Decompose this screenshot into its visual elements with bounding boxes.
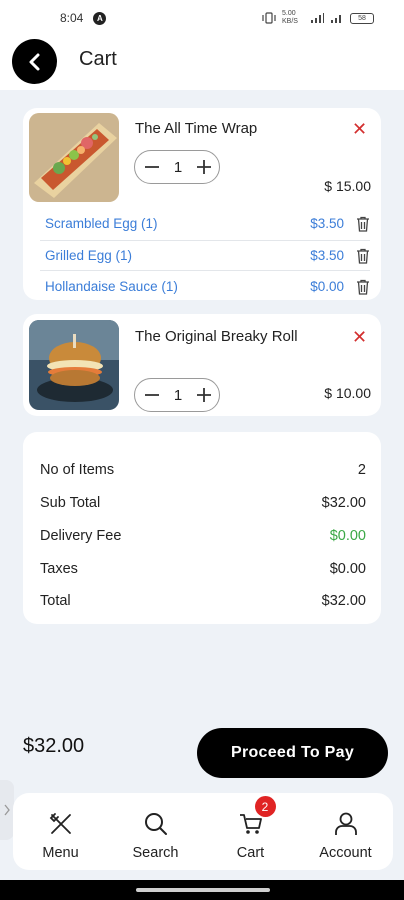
summary-value: $0.00 — [329, 528, 366, 544]
summary-row-total: Total $32.00 — [40, 593, 366, 609]
addon-row: Hollandaise Sauce (1) $0.00 — [45, 271, 370, 302]
header: Cart — [0, 36, 404, 90]
summary-value: $32.00 — [321, 593, 366, 609]
item-image-wrap — [29, 320, 119, 410]
item-price: $ 15.00 — [324, 178, 371, 194]
trash-icon — [357, 248, 369, 264]
utensils-icon — [48, 811, 74, 837]
side-drawer-handle[interactable] — [0, 780, 14, 840]
nav-label: Search — [132, 845, 179, 861]
cart-item-card: The Original Breaky Roll ✕ 1 $ 10.00 — [23, 314, 381, 416]
signal-icon — [311, 13, 324, 23]
summary-value: $0.00 — [329, 561, 366, 577]
summary-label: Taxes — [40, 561, 78, 577]
page-title: Cart — [79, 48, 117, 70]
net-speed: 5.00 KB/S — [282, 10, 298, 25]
chevron-left-icon — [29, 53, 39, 70]
summary-label: Sub Total — [40, 495, 101, 511]
remove-item-button[interactable]: ✕ — [352, 119, 367, 140]
minus-icon — [145, 166, 159, 168]
quantity-value: 1 — [173, 158, 183, 176]
system-navigation-bar — [0, 880, 404, 900]
footer-total: $32.00 — [23, 735, 85, 757]
plus-icon — [197, 388, 211, 402]
nav-label: Cart — [236, 845, 265, 861]
item-price: $ 10.00 — [324, 385, 371, 401]
nav-item-account[interactable]: Account — [298, 793, 393, 870]
item-image-wrap — [29, 113, 119, 202]
increase-button[interactable] — [195, 158, 213, 176]
addon-price: $0.00 — [310, 279, 344, 294]
nav-item-cart[interactable]: 2 Cart — [203, 793, 298, 870]
wrap-food-image — [29, 113, 119, 202]
quantity-value: 1 — [173, 386, 183, 404]
plus-icon — [197, 160, 211, 174]
status-bar: 8:04 A 5.00 KB/S 58 — [0, 0, 404, 36]
signal-icon-2 — [331, 15, 341, 23]
delete-addon-button[interactable] — [356, 279, 370, 295]
summary-label: Delivery Fee — [40, 528, 122, 544]
summary-value: $32.00 — [321, 495, 366, 511]
summary-row-subtotal: Sub Total $32.00 — [40, 495, 366, 511]
nav-label: Account — [319, 845, 372, 861]
battery-icon: 58 — [350, 12, 374, 24]
app-notification-icon: A — [93, 11, 107, 25]
search-icon — [143, 811, 169, 837]
summary-row-taxes: Taxes $0.00 — [40, 561, 366, 577]
status-icons: 5.00 KB/S 58 — [262, 10, 374, 26]
summary-value: 2 — [357, 462, 366, 478]
addon-name: Scrambled Egg (1) — [45, 216, 158, 231]
remove-item-button[interactable]: ✕ — [352, 327, 367, 348]
summary-row-delivery: Delivery Fee $0.00 — [40, 528, 366, 544]
summary-label: Total — [40, 593, 71, 609]
bottom-nav: Menu Search 2 Cart Account — [13, 793, 393, 870]
nav-item-menu[interactable]: Menu — [13, 793, 108, 870]
chevron-right-icon — [4, 804, 10, 816]
status-time: 8:04 — [60, 11, 84, 25]
addon-price: $3.50 — [310, 248, 344, 263]
item-name: The All Time Wrap — [135, 120, 258, 137]
addon-row: Grilled Egg (1) $3.50 — [45, 240, 370, 271]
back-button[interactable] — [12, 39, 57, 84]
burger-food-image — [29, 320, 119, 410]
delete-addon-button[interactable] — [356, 248, 370, 264]
addon-price: $3.50 — [310, 216, 344, 231]
trash-icon — [357, 216, 369, 232]
trash-icon — [357, 279, 369, 295]
increase-button[interactable] — [195, 386, 213, 404]
quantity-stepper: 1 — [134, 150, 220, 184]
addon-name: Grilled Egg (1) — [45, 248, 133, 263]
user-icon — [333, 811, 359, 837]
decrease-button[interactable] — [143, 158, 161, 176]
item-name: The Original Breaky Roll — [135, 328, 298, 345]
addon-row: Scrambled Egg (1) $3.50 — [45, 208, 370, 239]
decrease-button[interactable] — [143, 386, 161, 404]
addon-name: Hollandaise Sauce (1) — [45, 279, 178, 294]
summary-label: No of Items — [40, 462, 115, 478]
nav-label: Menu — [42, 845, 79, 861]
quantity-stepper: 1 — [134, 378, 220, 412]
summary-row-items: No of Items 2 — [40, 462, 366, 478]
vibrate-icon — [262, 12, 276, 24]
nav-item-search[interactable]: Search — [108, 793, 203, 870]
home-indicator[interactable] — [136, 888, 270, 892]
cart-count-badge: 2 — [254, 796, 276, 817]
delete-addon-button[interactable] — [356, 216, 370, 232]
minus-icon — [145, 394, 159, 396]
proceed-to-pay-button[interactable]: Proceed To Pay — [197, 728, 388, 778]
